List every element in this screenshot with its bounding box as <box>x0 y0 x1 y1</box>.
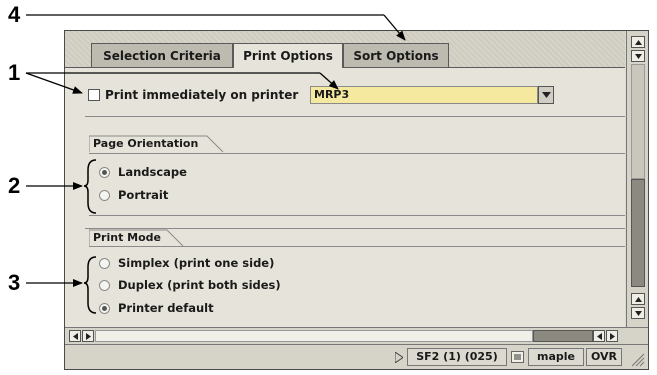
printer-default-label: Printer default <box>118 301 214 315</box>
radio-button-icon[interactable] <box>99 166 110 178</box>
scroll-right-button[interactable] <box>606 330 618 342</box>
print-dialog-window: Selection Criteria Print Options Sort Op… <box>64 30 649 370</box>
session-indicator: SF2 (1) (025) <box>407 348 507 366</box>
scroll-left-button[interactable] <box>69 330 81 342</box>
group-tab-outline <box>89 135 224 153</box>
horizontal-scrollbar[interactable] <box>65 327 648 344</box>
divider <box>89 215 625 216</box>
arrow-up-icon <box>634 39 642 45</box>
radio-landscape[interactable]: Landscape <box>99 165 187 179</box>
host-indicator: maple <box>528 348 584 366</box>
insert-mode-indicator: OVR <box>586 348 622 366</box>
vertical-scrollbar[interactable] <box>626 31 648 327</box>
scroll-right-button[interactable] <box>82 330 94 342</box>
scroll-down-button[interactable] <box>631 307 645 319</box>
radio-portrait[interactable]: Portrait <box>99 188 168 202</box>
simplex-label: Simplex (print one side) <box>118 256 275 270</box>
group-tab-outline <box>89 229 184 247</box>
message-icon[interactable] <box>511 351 524 363</box>
print-immediately-row: Print immediately on printer <box>88 88 298 102</box>
scroll-up-button[interactable] <box>631 293 645 305</box>
chevron-down-icon <box>541 92 551 98</box>
radio-printer-default[interactable]: Printer default <box>99 301 214 315</box>
callout-3: 3 <box>8 270 21 295</box>
play-arrow-icon <box>395 352 403 363</box>
status-bar: SF2 (1) (025) maple OVR <box>65 344 648 369</box>
arrow-down-icon <box>634 53 642 59</box>
portrait-label: Portrait <box>118 188 169 202</box>
tab-selection-criteria[interactable]: Selection Criteria <box>91 43 233 67</box>
scroll-track[interactable] <box>95 330 533 342</box>
radio-button-icon[interactable] <box>99 279 110 291</box>
arrow-left-icon <box>596 332 602 340</box>
radio-button-icon[interactable] <box>99 189 110 201</box>
resize-grip-icon[interactable] <box>631 353 645 367</box>
arrow-up-icon <box>634 296 642 302</box>
divider <box>89 153 625 154</box>
print-immediately-checkbox[interactable] <box>88 89 100 101</box>
divider <box>89 246 625 247</box>
scroll-track[interactable] <box>631 64 645 179</box>
arrow-right-icon <box>609 332 615 340</box>
scroll-thumb[interactable] <box>533 330 593 342</box>
scroll-up-button[interactable] <box>631 36 645 48</box>
tab-strip: Selection Criteria Print Options Sort Op… <box>65 31 625 68</box>
radio-duplex[interactable]: Duplex (print both sides) <box>99 278 281 292</box>
arrow-right-icon <box>85 332 91 340</box>
radio-button-icon[interactable] <box>99 302 110 314</box>
callout-2: 2 <box>8 173 21 198</box>
tab-print-options[interactable]: Print Options <box>233 43 343 68</box>
callout-1: 1 <box>8 60 21 85</box>
callout-4: 4 <box>8 2 21 27</box>
arrow-left-icon <box>72 332 78 340</box>
printer-field[interactable]: MRP3 <box>310 86 538 104</box>
scroll-thumb[interactable] <box>631 179 645 287</box>
arrow-down-icon <box>634 310 642 316</box>
scroll-left-button[interactable] <box>593 330 605 342</box>
divider <box>85 116 625 117</box>
tab-sort-options[interactable]: Sort Options <box>343 43 449 67</box>
landscape-label: Landscape <box>118 165 187 179</box>
duplex-label: Duplex (print both sides) <box>118 278 281 292</box>
printer-dropdown-button[interactable] <box>538 86 554 104</box>
scroll-down-button[interactable] <box>631 50 645 62</box>
radio-simplex[interactable]: Simplex (print one side) <box>99 256 274 270</box>
print-immediately-label: Print immediately on printer <box>105 88 299 102</box>
radio-button-icon[interactable] <box>99 257 110 269</box>
